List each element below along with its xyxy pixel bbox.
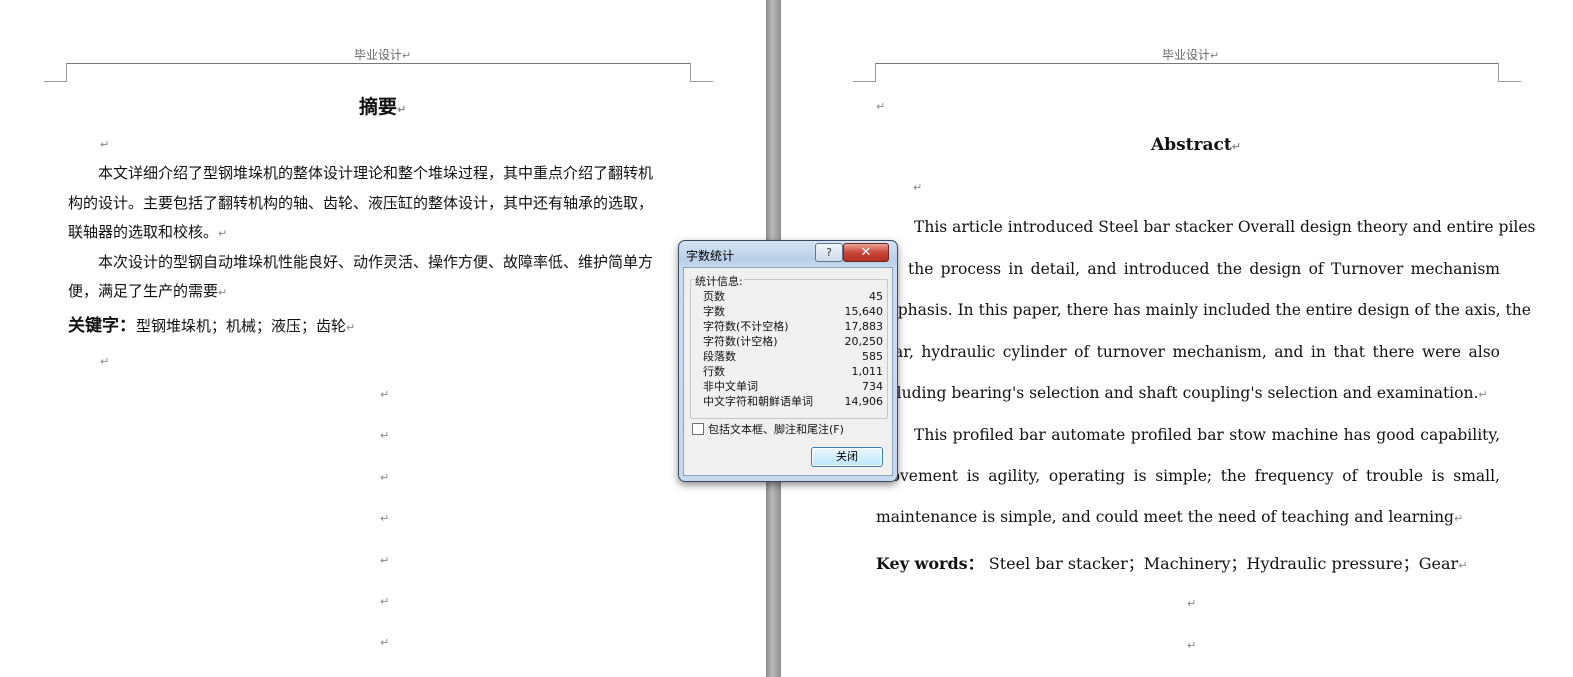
- page-header: 毕业设计↵: [354, 48, 412, 62]
- dialog-body: 统计信息: 页数 45 字数 15,640 字符数(不计空格) 17,883 字符数(…: [683, 267, 893, 476]
- stat-row: 行数 1,011: [703, 365, 883, 378]
- paragraph-mark: ↵: [1187, 597, 1197, 610]
- crop-mark: [690, 63, 713, 82]
- body-line: This article introduced Steel bar stacke…: [914, 218, 1536, 236]
- header-rule: [875, 63, 1498, 64]
- stat-row: 页数 45: [703, 290, 883, 303]
- abstract-title-en: Abstract↵: [1151, 135, 1241, 155]
- paragraph-mark: ↵: [380, 471, 390, 484]
- stat-row: 字符数(不计空格) 17,883: [703, 320, 883, 333]
- body-line: movement is agility, operating is simple…: [876, 467, 1500, 485]
- stat-row: 段落数 585: [703, 350, 883, 363]
- paragraph-mark: ↵: [380, 388, 390, 401]
- stat-row: 字数 15,640: [703, 305, 883, 318]
- include-textboxes-label: 包括文本框、脚注和尾注(F): [708, 423, 844, 436]
- include-textboxes-checkbox[interactable]: [692, 423, 704, 435]
- body-line: 本次设计的型钢自动堆垛机性能良好、动作灵活、操作方便、故障率低、维护简单方: [98, 253, 654, 271]
- include-textboxes-option[interactable]: 包括文本框、脚注和尾注(F): [692, 421, 844, 437]
- crop-mark: [853, 63, 876, 82]
- keywords-en: Key words： Steel bar stacker；Machinery；H…: [876, 554, 1468, 573]
- body-line: This profiled bar automate profiled bar …: [914, 426, 1500, 444]
- paragraph-mark: ↵: [380, 512, 390, 525]
- keywords-value: 型钢堆垛机；机械；液压；齿轮: [136, 317, 347, 335]
- keywords-label: 关键字：: [68, 316, 136, 336]
- stat-row: 字符数(计空格) 20,250: [703, 335, 883, 348]
- body-line: mphasis. In this paper, there has mainly…: [883, 301, 1531, 319]
- body-line: 本文详细介绍了型钢堆垛机的整体设计理论和整个堆垛过程，其中重点介绍了翻转机: [98, 164, 654, 182]
- crop-mark: [44, 63, 67, 82]
- paragraph-mark: ↵: [380, 429, 390, 442]
- statistics-group-label: 统计信息:: [694, 273, 744, 289]
- paragraph-mark: ↵: [913, 181, 923, 194]
- document-page-left[interactable]: 毕业设计↵ 摘要↵ ↵ 本文详细介绍了型钢堆垛机的整体设计理论和整个堆垛过程，其…: [0, 0, 766, 677]
- statistics-group: 统计信息: 页数 45 字数 15,640 字符数(不计空格) 17,883 字符数(…: [690, 273, 888, 419]
- word-count-dialog[interactable]: 字数统计 ? ✕ 统计信息: 页数 45 字数 15,640 字符数(不计空格) 17…: [678, 240, 898, 482]
- paragraph-mark: ↵: [100, 138, 110, 151]
- abstract-title-cn: 摘要↵: [359, 96, 407, 118]
- close-button[interactable]: 关闭: [811, 447, 883, 467]
- body-line: 构的设计。主要包括了翻转机构的轴、齿轮、液压缸的整体设计，其中还有轴承的选取，: [68, 194, 654, 212]
- keywords-label: Key words：: [876, 554, 984, 573]
- help-button[interactable]: ?: [815, 243, 843, 262]
- paragraph-mark: ↵: [876, 100, 886, 113]
- paragraph-mark: ↵: [380, 636, 390, 649]
- paragraph-mark: ↵: [1187, 639, 1197, 652]
- body-line: the process in detail, and introduced th…: [908, 260, 1500, 278]
- stat-row: 非中文单词 734: [703, 380, 883, 393]
- body-line: maintenance is simple, and could meet th…: [876, 508, 1464, 526]
- body-line: cluding bearing's selection and shaft co…: [888, 384, 1488, 402]
- document-page-right[interactable]: [781, 0, 1573, 677]
- keywords-value: Steel bar stacker；Machinery；Hydraulic pr…: [988, 554, 1459, 573]
- dialog-title: 字数统计: [686, 249, 735, 263]
- body-line: ar, hydraulic cylinder of turnover mecha…: [894, 343, 1500, 361]
- header-rule: [66, 63, 690, 64]
- paragraph-mark: ↵: [380, 554, 390, 567]
- keywords-cn: 关键字：型钢堆垛机；机械；液压；齿轮↵: [68, 316, 356, 336]
- stat-row: 中文字符和朝鲜语单词 14,906: [703, 395, 883, 408]
- paragraph-mark: ↵: [380, 595, 390, 608]
- body-line: 联轴器的选取和校核。↵: [68, 223, 228, 241]
- crop-mark: [1498, 63, 1521, 82]
- body-line: 便，满足了生产的需要↵: [68, 282, 228, 300]
- close-icon[interactable]: ✕: [843, 243, 889, 262]
- page-header: 毕业设计↵: [1162, 48, 1220, 62]
- paragraph-mark: ↵: [100, 355, 110, 368]
